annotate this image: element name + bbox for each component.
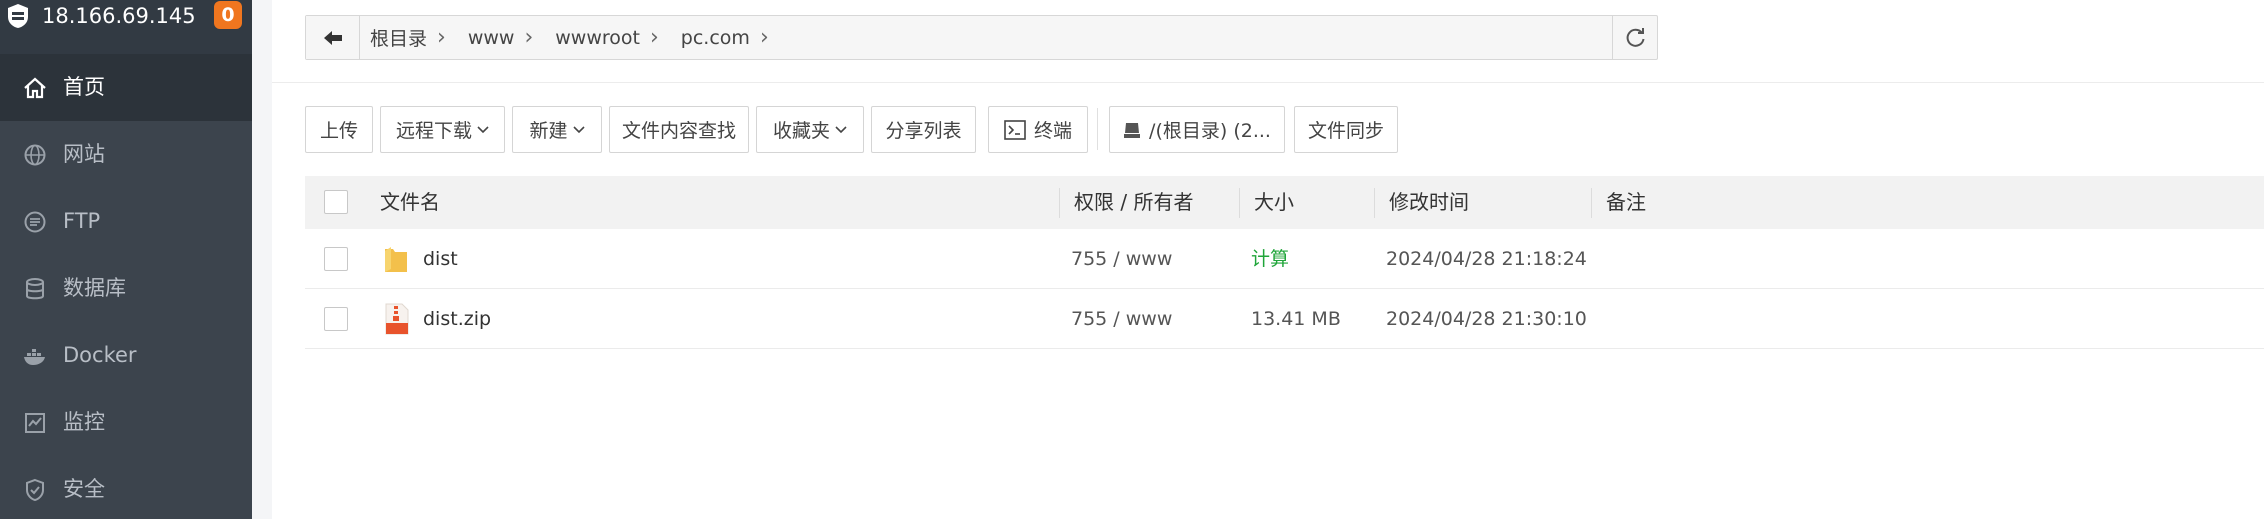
column-divider — [1374, 188, 1375, 218]
file-modified-time: 2024/04/28 21:30:10 — [1386, 308, 1587, 330]
back-button[interactable] — [306, 16, 360, 59]
disk-button[interactable]: /(根目录) (2... — [1109, 106, 1285, 153]
column-divider — [1059, 188, 1060, 218]
sidebar-item-label: 安全 — [63, 477, 105, 501]
server-icon — [8, 4, 28, 28]
sidebar-item-website[interactable]: 网站 — [0, 121, 252, 188]
row-checkbox[interactable] — [324, 307, 348, 331]
content-search-button[interactable]: 文件内容查找 — [609, 106, 749, 153]
chevron-right-icon: › — [759, 25, 769, 50]
select-all-checkbox[interactable] — [324, 190, 348, 214]
zip-file-icon — [385, 303, 409, 335]
ftp-icon — [24, 211, 46, 233]
sidebar-item-label: Docker — [63, 343, 137, 367]
globe-icon — [24, 144, 46, 166]
disk-label: /(根目录) (2... — [1149, 120, 1271, 142]
sidebar-item-monitor[interactable]: 监控 — [0, 389, 252, 456]
share-list-button[interactable]: 分享列表 — [871, 106, 976, 153]
refresh-button[interactable] — [1612, 16, 1657, 59]
refresh-icon — [1626, 28, 1645, 47]
header-name[interactable]: 文件名 — [380, 176, 440, 229]
breadcrumb-item-www[interactable]: www — [468, 27, 515, 49]
breadcrumb-item-wwwroot[interactable]: wwwroot — [555, 27, 640, 49]
chevron-right-icon: › — [649, 25, 659, 50]
table-row[interactable]: dist.zip 755 / www 13.41 MB 2024/04/28 2… — [305, 289, 2264, 349]
table-row[interactable]: dist 755 / www 计算 2024/04/28 21:18:24 — [305, 229, 2264, 289]
row-checkbox[interactable] — [324, 247, 348, 271]
file-size: 13.41 MB — [1251, 308, 1341, 330]
file-table-header: 文件名 权限 / 所有者 大小 修改时间 备注 — [305, 176, 2264, 229]
arrow-left-icon — [324, 31, 342, 45]
header-size[interactable]: 大小 — [1254, 176, 1294, 229]
calculate-size-link[interactable]: 计算 — [1251, 229, 1289, 289]
new-label: 新建 — [529, 120, 568, 142]
breadcrumb-item-root[interactable]: 根目录 — [370, 24, 427, 51]
file-name[interactable]: dist — [423, 229, 458, 289]
content-gutter — [252, 0, 272, 519]
header-permission[interactable]: 权限 / 所有者 — [1074, 176, 1193, 229]
sidebar-item-database[interactable]: 数据库 — [0, 255, 252, 322]
file-sync-label: 文件同步 — [1307, 120, 1384, 142]
upload-button[interactable]: 上传 — [305, 106, 373, 153]
sidebar-item-home[interactable]: 首页 — [0, 54, 252, 121]
favorites-label: 收藏夹 — [772, 120, 830, 142]
column-divider — [1591, 188, 1592, 218]
sidebar: 18.166.69.145 0 首页 网站 FTP 数据库 Docker 监控 … — [0, 0, 252, 519]
shield-icon — [26, 478, 44, 502]
file-sync-button[interactable]: 文件同步 — [1294, 106, 1398, 153]
remote-download-button[interactable]: 远程下载 — [380, 106, 505, 153]
path-bar: 根目录 › www › wwwroot › pc.com › — [305, 15, 1658, 60]
content-search-label: 文件内容查找 — [621, 120, 736, 142]
upload-label: 上传 — [319, 120, 358, 142]
disk-icon — [1124, 122, 1141, 138]
server-ip[interactable]: 18.166.69.145 — [42, 3, 196, 29]
chevron-down-icon — [572, 125, 585, 133]
docker-icon — [24, 349, 45, 365]
share-list-label: 分享列表 — [885, 120, 962, 142]
sidebar-item-docker[interactable]: Docker — [0, 322, 252, 389]
breadcrumb-item-pc-com[interactable]: pc.com — [681, 27, 750, 49]
chevron-down-icon — [477, 125, 489, 133]
sidebar-item-label: 数据库 — [63, 276, 126, 300]
monitor-icon — [25, 413, 45, 433]
favorites-button[interactable]: 收藏夹 — [756, 106, 864, 153]
file-modified-time: 2024/04/28 21:18:24 — [1386, 248, 1587, 270]
sidebar-item-label: 首页 — [63, 75, 105, 99]
sidebar-item-security[interactable]: 安全 — [0, 456, 252, 519]
file-name[interactable]: dist.zip — [423, 289, 491, 349]
terminal-icon — [1004, 119, 1026, 140]
terminal-button[interactable]: 终端 — [988, 106, 1088, 153]
server-header: 18.166.69.145 0 — [0, 0, 252, 54]
chevron-right-icon: › — [437, 25, 446, 50]
terminal-label: 终端 — [1033, 120, 1072, 142]
new-button[interactable]: 新建 — [512, 106, 602, 153]
sidebar-item-label: 监控 — [63, 410, 105, 434]
home-icon — [24, 77, 46, 99]
toolbar-divider — [1097, 108, 1098, 150]
chevron-right-icon: › — [524, 25, 534, 50]
divider — [272, 82, 2264, 83]
chevron-down-icon — [835, 125, 847, 133]
breadcrumb: 根目录 › www › wwwroot › pc.com › — [370, 16, 791, 59]
file-permission[interactable]: 755 / www — [1071, 229, 1172, 289]
sidebar-item-ftp[interactable]: FTP — [0, 188, 252, 255]
sidebar-item-label: FTP — [63, 209, 101, 233]
sidebar-item-label: 网站 — [63, 142, 105, 166]
file-permission[interactable]: 755 / www — [1071, 289, 1172, 349]
header-note: 备注 — [1606, 190, 1646, 214]
folder-icon — [385, 247, 407, 272]
database-icon — [26, 278, 44, 300]
remote-download-label: 远程下载 — [395, 120, 472, 142]
header-modified-time[interactable]: 修改时间 — [1389, 176, 1469, 229]
column-divider — [1239, 188, 1240, 218]
notification-badge[interactable]: 0 — [214, 1, 242, 29]
